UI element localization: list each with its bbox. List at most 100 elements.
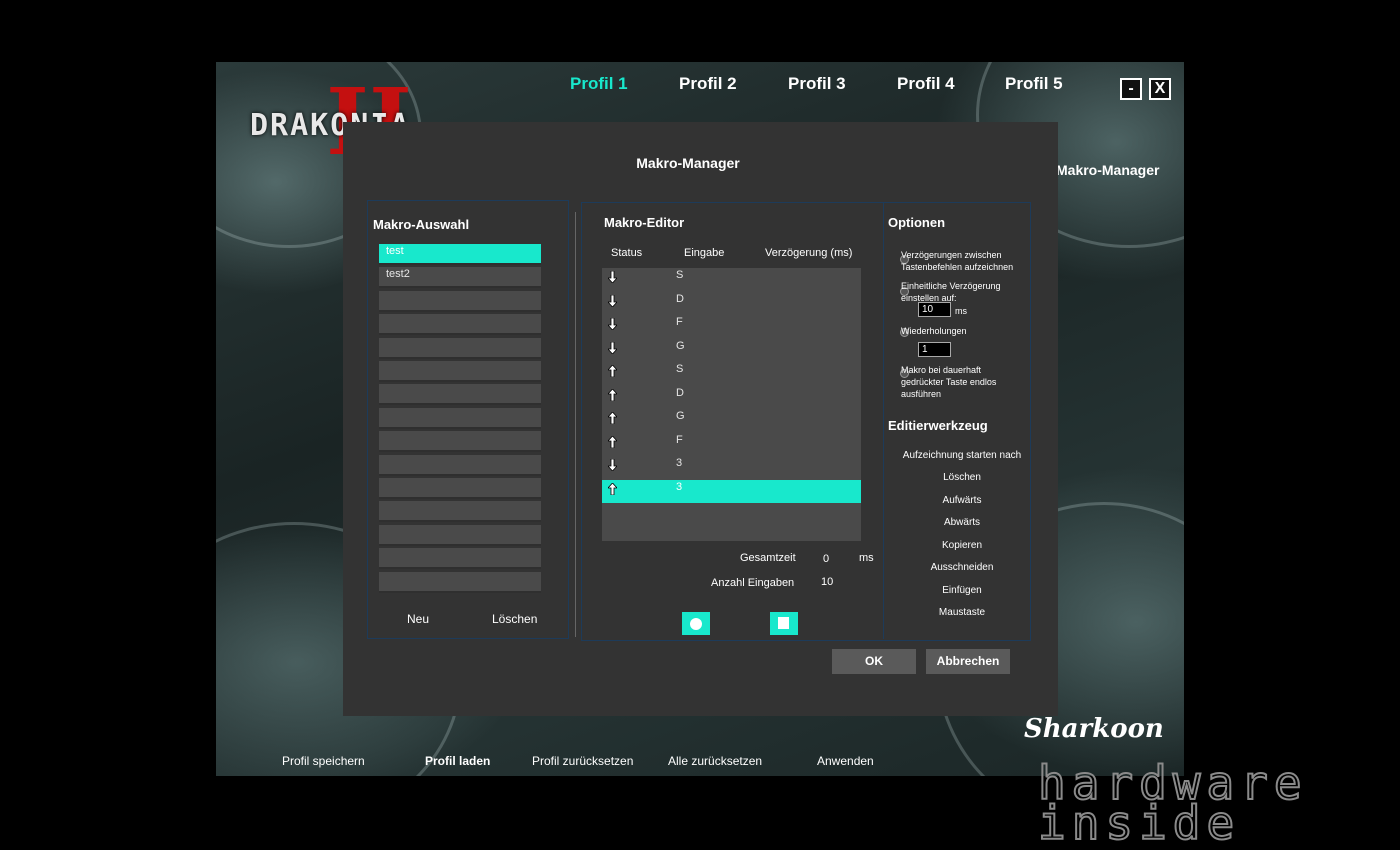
macro-list-item[interactable]: [379, 314, 541, 336]
macro-list-item[interactable]: test2: [379, 267, 541, 289]
arrow-up-icon: [608, 482, 617, 495]
option-record-delays-label: Verzögerungen zwischen Tastenbefehlen au…: [901, 250, 1014, 272]
divider: [575, 212, 576, 637]
macro-step-row[interactable]: S: [602, 268, 861, 291]
tool-start-recording-after[interactable]: Aufzeichnung starten nach: [888, 450, 1036, 461]
total-time-value: 0: [823, 553, 830, 565]
sharkoon-logo: Sharkoon: [1024, 714, 1164, 744]
macro-manager-dialog: Makro-Manager Makro-Auswahl Neu Löschen …: [343, 122, 1058, 716]
arrow-down-icon: [608, 294, 617, 307]
macro-step-row[interactable]: 3: [602, 456, 861, 479]
background-section-title: Makro-Manager: [1056, 162, 1160, 178]
cancel-button[interactable]: Abbrechen: [926, 649, 1010, 674]
edit-tools-heading: Editierwerkzeug: [888, 418, 988, 433]
macro-list-item[interactable]: test: [379, 244, 541, 265]
tool-cut[interactable]: Ausschneiden: [888, 562, 1036, 573]
record-icon: [690, 618, 702, 630]
macro-list-item[interactable]: [379, 384, 541, 406]
load-profile-button[interactable]: Profil laden: [425, 754, 490, 768]
reset-profile-button[interactable]: Profil zurücksetzen: [532, 754, 633, 768]
macro-step-key: G: [676, 339, 685, 352]
tab-profil-3[interactable]: Profil 3: [788, 74, 846, 94]
macro-step-key: D: [676, 386, 684, 399]
macro-step-row[interactable]: F: [602, 315, 861, 338]
macro-step-key: S: [676, 363, 684, 375]
macro-step-key: D: [676, 292, 684, 305]
arrow-down-icon: [608, 318, 617, 330]
macro-list-item[interactable]: [379, 524, 541, 546]
delete-macro-button[interactable]: Löschen: [492, 612, 537, 626]
tool-mouse-button[interactable]: Maustaste: [888, 607, 1036, 618]
arrow-up-icon: [608, 388, 617, 401]
option-fixed-delay-label: Einheitliche Verzögerung einstellen auf:: [901, 281, 1001, 303]
hardware-inside-watermark: hardware inside: [1037, 755, 1388, 850]
macro-list-item[interactable]: [379, 290, 541, 312]
macro-step-list[interactable]: SDFGSDGF33: [602, 268, 861, 541]
tool-down[interactable]: Abwärts: [888, 517, 1036, 528]
option-repeats-label: Wiederholungen: [901, 326, 967, 336]
macro-list-item[interactable]: [379, 454, 541, 476]
tab-profil-1[interactable]: Profil 1: [570, 74, 628, 94]
ok-button[interactable]: OK: [832, 649, 916, 674]
arrow-down-icon: [608, 341, 617, 354]
arrow-down-icon: [608, 459, 617, 471]
tool-paste[interactable]: Einfügen: [888, 585, 1036, 596]
save-profile-button[interactable]: Profil speichern: [282, 754, 365, 768]
new-macro-button[interactable]: Neu: [407, 612, 429, 626]
macro-step-key: F: [676, 433, 683, 446]
minimize-button[interactable]: -: [1120, 78, 1142, 100]
macro-step-row[interactable]: F: [602, 433, 861, 456]
macro-step-key: 3: [676, 457, 683, 469]
arrow-down-icon: [608, 271, 617, 283]
close-button[interactable]: X: [1149, 78, 1171, 100]
total-time-unit: ms: [859, 552, 874, 564]
macro-step-key: S: [676, 269, 684, 281]
input-count-value: 10: [821, 576, 834, 588]
fixed-delay-unit: ms: [955, 306, 967, 316]
tab-profil-5[interactable]: Profil 5: [1005, 74, 1063, 94]
macro-step-row[interactable]: G: [602, 339, 861, 362]
macro-list-item[interactable]: [379, 431, 541, 453]
option-endless-label: Makro bei dauerhaft gedrückter Taste end…: [901, 365, 997, 399]
macro-list-item[interactable]: [379, 501, 541, 523]
arrow-up-icon: [608, 435, 617, 448]
tool-up[interactable]: Aufwärts: [888, 495, 1036, 506]
arrow-up-icon: [608, 365, 617, 377]
stop-icon: [778, 617, 789, 629]
macro-list-item[interactable]: [379, 407, 541, 429]
macro-step-row[interactable]: S: [602, 362, 861, 385]
macro-step-row[interactable]: 3: [602, 479, 861, 503]
macro-list-item[interactable]: [379, 571, 541, 593]
dialog-title: Makro-Manager: [636, 155, 740, 171]
column-status: Status: [611, 247, 643, 259]
macro-list-item[interactable]: [379, 478, 541, 499]
macro-list-item[interactable]: [379, 548, 541, 570]
macro-select-heading: Makro-Auswahl: [373, 217, 470, 232]
macro-step-key: G: [676, 410, 685, 422]
stop-button[interactable]: [770, 612, 798, 635]
macro-step-key: F: [676, 316, 683, 328]
record-button[interactable]: [682, 612, 710, 635]
tab-profil-4[interactable]: Profil 4: [897, 74, 955, 94]
macro-list-item[interactable]: [379, 361, 541, 382]
macro-step-row[interactable]: G: [602, 409, 861, 432]
macro-step-row[interactable]: D: [602, 386, 861, 409]
fixed-delay-input[interactable]: 10: [918, 302, 951, 317]
tab-profil-2[interactable]: Profil 2: [679, 74, 737, 94]
input-count-label: Anzahl Eingaben: [711, 577, 795, 589]
column-input: Eingabe: [684, 247, 725, 259]
total-time-label: Gesamtzeit: [740, 552, 796, 564]
watermark-line-2: inside: [1037, 795, 1241, 850]
macro-editor-heading: Makro-Editor: [604, 215, 685, 230]
repeats-input[interactable]: 1: [918, 342, 951, 357]
options-heading: Optionen: [888, 215, 946, 230]
tool-copy[interactable]: Kopieren: [888, 540, 1036, 551]
macro-list-item[interactable]: [379, 337, 541, 359]
tool-delete[interactable]: Löschen: [888, 472, 1036, 483]
reset-all-button[interactable]: Alle zurücksetzen: [668, 754, 762, 768]
divider: [883, 202, 884, 639]
macro-step-key: 3: [676, 480, 683, 493]
arrow-up-icon: [608, 412, 617, 424]
macro-step-row[interactable]: D: [602, 292, 861, 315]
apply-button[interactable]: Anwenden: [817, 754, 874, 768]
